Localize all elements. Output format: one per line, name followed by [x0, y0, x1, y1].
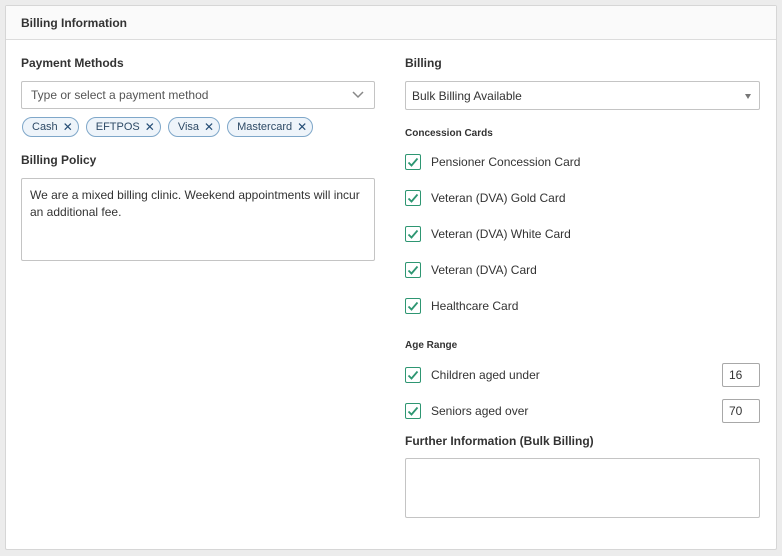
payment-method-placeholder: Type or select a payment method: [31, 88, 209, 102]
concession-item-dva-white[interactable]: Veteran (DVA) White Card: [405, 226, 571, 242]
remove-chip-icon[interactable]: ✕: [297, 121, 307, 133]
checkmark-icon: [407, 370, 419, 380]
payment-method-chips: Cash ✕ EFTPOS ✕ Visa ✕ Mastercard ✕: [22, 117, 314, 137]
checkbox-label: Pensioner Concession Card: [431, 155, 581, 169]
concession-item-dva-card[interactable]: Veteran (DVA) Card: [405, 262, 537, 278]
chevron-down-icon[interactable]: [352, 90, 364, 100]
remove-chip-icon[interactable]: ✕: [204, 121, 214, 133]
checkbox-label: Veteran (DVA) Card: [431, 263, 537, 277]
chip-eftpos: EFTPOS ✕: [85, 117, 161, 137]
checkbox[interactable]: [405, 190, 421, 206]
chip-label: Visa: [177, 121, 200, 133]
checkbox[interactable]: [405, 298, 421, 314]
age-range-label: Age Range: [405, 340, 458, 351]
checkmark-icon: [407, 157, 419, 167]
chip-label: EFTPOS: [95, 121, 140, 133]
concession-item-pensioner[interactable]: Pensioner Concession Card: [405, 154, 580, 170]
age-children-option[interactable]: Children aged under: [405, 367, 540, 383]
chip-cash: Cash ✕: [22, 117, 79, 137]
remove-chip-icon[interactable]: ✕: [63, 121, 73, 133]
chip-mastercard: Mastercard ✕: [227, 117, 314, 137]
payment-methods-label: Payment Methods: [21, 56, 124, 70]
concession-item-healthcare[interactable]: Healthcare Card: [405, 298, 518, 314]
remove-chip-icon[interactable]: ✕: [145, 121, 155, 133]
billing-selected-value: Bulk Billing Available: [412, 88, 522, 103]
concession-item-dva-gold[interactable]: Veteran (DVA) Gold Card: [405, 190, 566, 206]
age-seniors-option[interactable]: Seniors aged over: [405, 403, 528, 419]
checkbox[interactable]: [405, 154, 421, 170]
checkmark-icon: [407, 406, 419, 416]
checkmark-icon: [407, 301, 419, 311]
panel-title: Billing Information: [6, 6, 776, 40]
billing-label: Billing: [405, 56, 442, 70]
checkbox-label: Children aged under: [431, 368, 540, 382]
children-age-input[interactable]: 16: [722, 363, 760, 387]
billing-policy-textarea[interactable]: We are a mixed billing clinic. Weekend a…: [21, 178, 375, 261]
further-information-textarea[interactable]: [405, 458, 760, 518]
further-information-label: Further Information (Bulk Billing): [405, 434, 594, 448]
checkbox[interactable]: [405, 367, 421, 383]
checkbox[interactable]: [405, 403, 421, 419]
chip-label: Cash: [32, 121, 58, 133]
checkmark-icon: [407, 229, 419, 239]
checkmark-icon: [407, 265, 419, 275]
checkbox-label: Veteran (DVA) Gold Card: [431, 191, 566, 205]
billing-information-panel: Billing Information Payment Methods Type…: [5, 5, 777, 550]
checkbox-label: Healthcare Card: [431, 299, 519, 313]
checkbox-label: Veteran (DVA) White Card: [431, 227, 571, 241]
seniors-age-input[interactable]: 70: [722, 399, 760, 423]
billing-policy-label: Billing Policy: [21, 153, 97, 167]
checkmark-icon: [407, 193, 419, 203]
concession-cards-label: Concession Cards: [405, 128, 493, 139]
billing-select[interactable]: Bulk Billing Available: [405, 81, 760, 110]
chip-visa: Visa ✕: [167, 117, 221, 137]
payment-method-combobox[interactable]: Type or select a payment method: [21, 81, 375, 109]
checkbox[interactable]: [405, 262, 421, 278]
caret-down-icon: [745, 94, 751, 99]
chip-label: Mastercard: [237, 121, 293, 133]
checkbox-label: Seniors aged over: [431, 404, 529, 418]
checkbox[interactable]: [405, 226, 421, 242]
